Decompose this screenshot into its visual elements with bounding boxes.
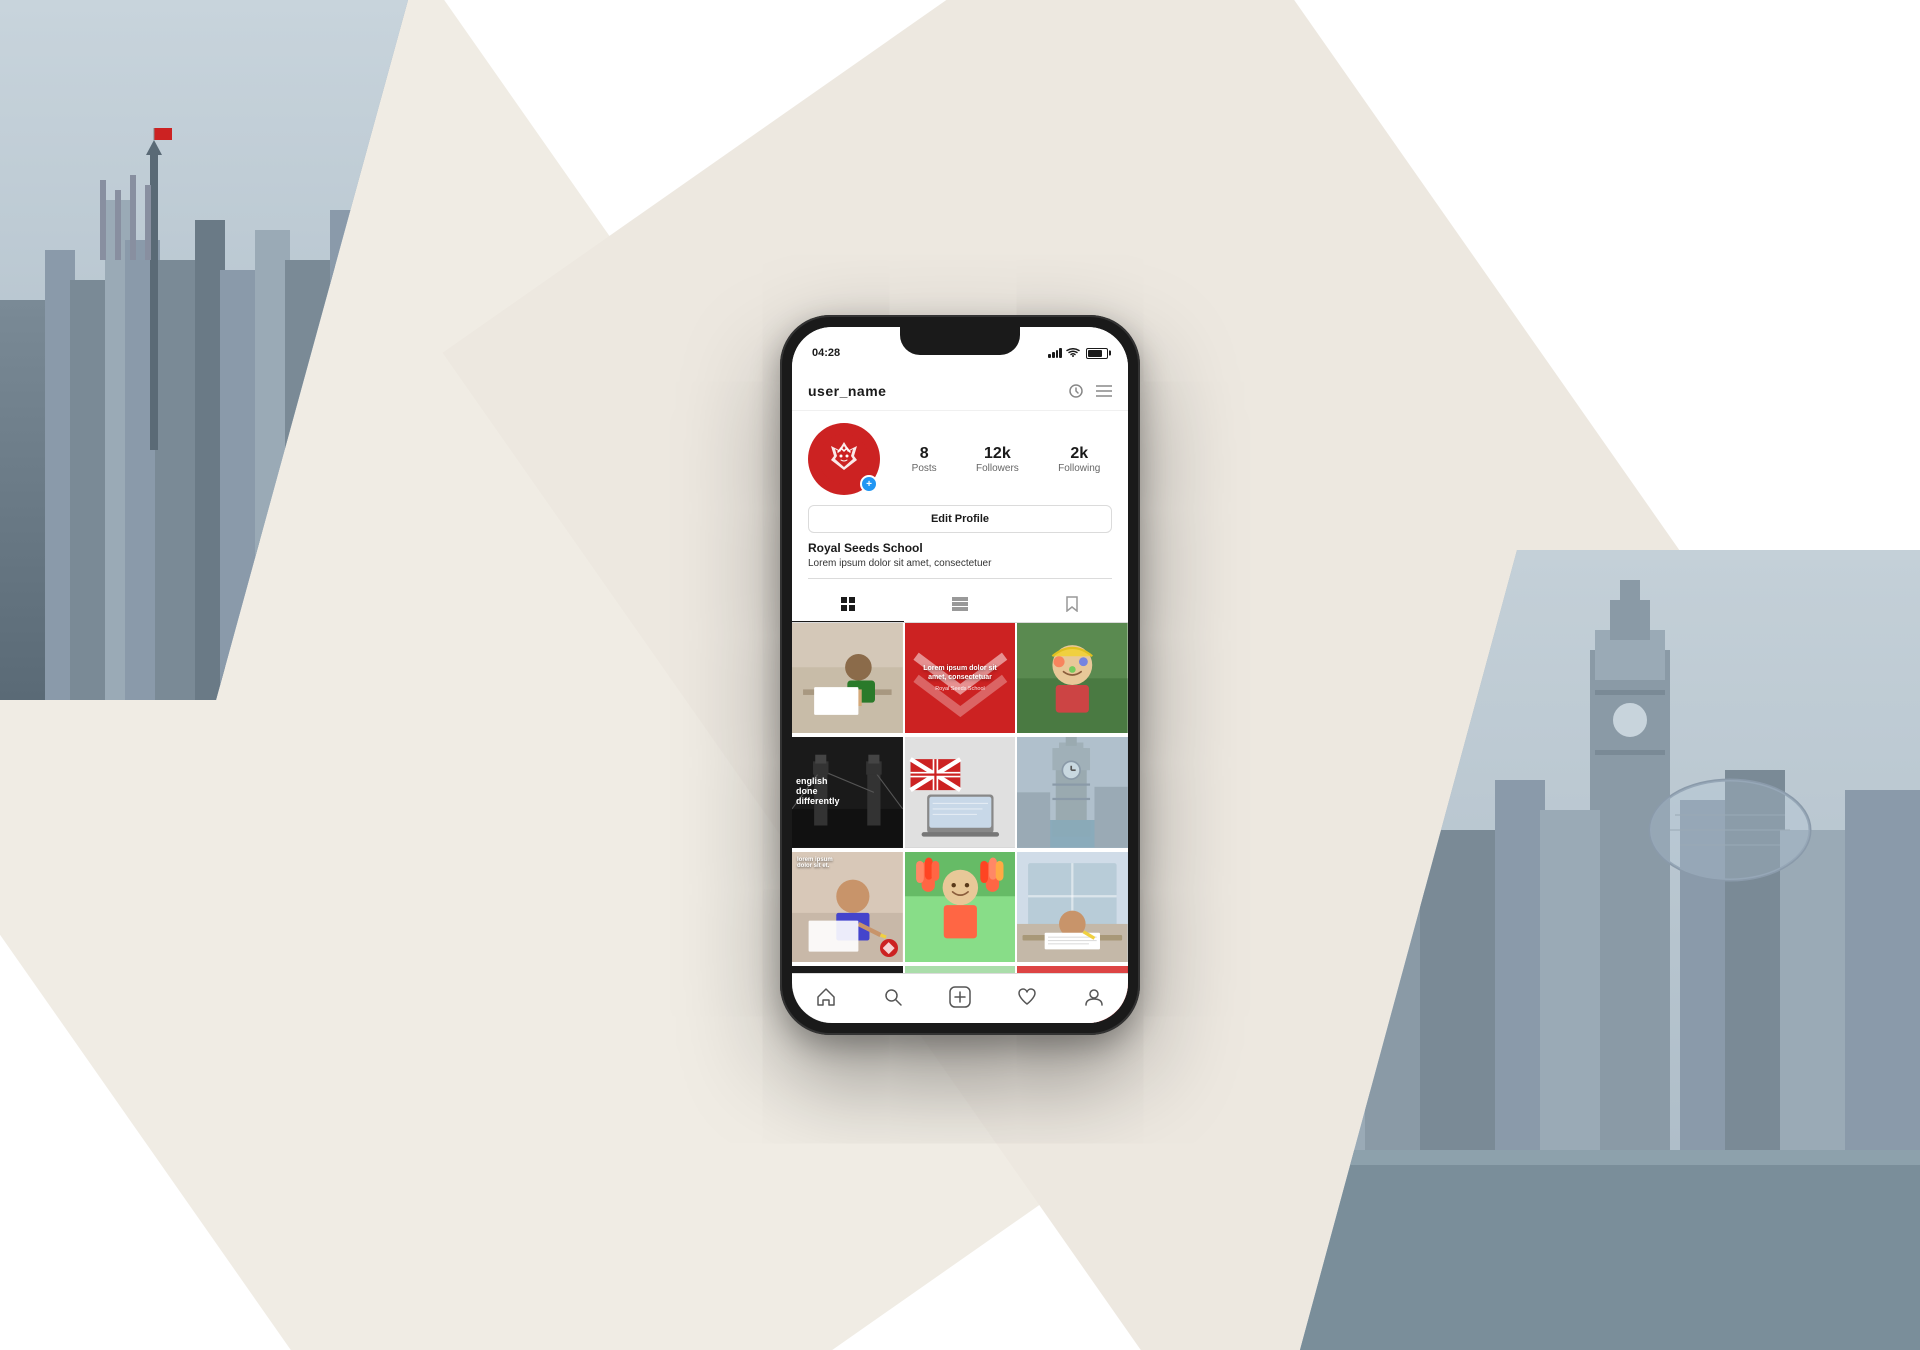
phone-screen: 04:28 <box>792 327 1128 1023</box>
grid-item-6[interactable] <box>1017 737 1128 848</box>
followers-label: Followers <box>976 463 1019 474</box>
avatar-container: + <box>808 423 880 495</box>
grid-item-8[interactable] <box>905 852 1016 963</box>
menu-icon[interactable] <box>1096 383 1112 399</box>
posts-label: Posts <box>912 463 937 474</box>
tab-bar <box>792 587 1128 623</box>
profile-top: + 8 Posts 12k Followers 2k <box>808 423 1112 495</box>
grid-item-1[interactable] <box>792 623 903 734</box>
tab-list[interactable] <box>904 587 1016 622</box>
header-icons <box>1068 383 1112 399</box>
nav-add[interactable] <box>948 985 972 1009</box>
logo-svg <box>819 434 869 484</box>
grid-7-badge <box>880 939 898 957</box>
battery-icon <box>1086 348 1108 359</box>
profile-divider <box>808 578 1112 579</box>
grid-item-2[interactable]: Lorem ipsum dolor sitamet, consectetuar … <box>905 623 1016 734</box>
app-header: user_name <box>792 371 1128 411</box>
grid-item-3[interactable] <box>1017 623 1128 734</box>
signal-icon <box>1048 348 1062 358</box>
grid-icon <box>840 596 856 612</box>
avatar-add-button[interactable]: + <box>860 475 878 493</box>
nav-heart[interactable] <box>1015 985 1039 1009</box>
following-stat: 2k Following <box>1058 444 1100 474</box>
profile-section: + 8 Posts 12k Followers 2k <box>792 411 1128 587</box>
grid-2-text: Lorem ipsum dolor sitamet, consectetuar <box>923 664 997 682</box>
tab-grid[interactable] <box>792 587 904 622</box>
phone-body: 04:28 <box>780 315 1140 1035</box>
nav-profile[interactable] <box>1082 985 1106 1009</box>
following-count: 2k <box>1070 444 1088 463</box>
phone-notch <box>900 327 1020 355</box>
list-icon <box>952 597 968 611</box>
followers-count: 12k <box>984 444 1011 463</box>
grid-item-7[interactable]: lorem ipsumdolor sit et. <box>792 852 903 963</box>
posts-count: 8 <box>920 444 929 463</box>
refresh-icon[interactable] <box>1068 383 1084 399</box>
status-icons <box>1048 348 1108 359</box>
profile-name: Royal Seeds School <box>808 541 1112 555</box>
status-time: 04:28 <box>812 347 840 359</box>
followers-stat: 12k Followers <box>976 444 1019 474</box>
grid-item-4[interactable]: englishdonedifferently <box>792 737 903 848</box>
profile-stats: 8 Posts 12k Followers 2k Following <box>900 444 1112 474</box>
bookmark-icon <box>1064 596 1080 612</box>
nav-search[interactable] <box>881 985 905 1009</box>
posts-stat: 8 Posts <box>912 444 937 474</box>
grid-item-9[interactable] <box>1017 852 1128 963</box>
username-label: user_name <box>808 383 886 399</box>
photo-grid: Lorem ipsum dolor sitamet, consectetuar … <box>792 623 1128 1024</box>
wifi-icon <box>1066 348 1080 358</box>
phone-container: 04:28 <box>780 315 1140 1035</box>
tab-tagged[interactable] <box>1016 587 1128 622</box>
nav-home[interactable] <box>814 985 838 1009</box>
grid-item-5[interactable] <box>905 737 1016 848</box>
edit-profile-button[interactable]: Edit Profile <box>808 505 1112 533</box>
grid-2-brand: Royal Seeds School <box>923 686 997 692</box>
grid-7-text: lorem ipsumdolor sit et. <box>797 857 833 869</box>
profile-bio: Lorem ipsum dolor sit amet, consectetuer <box>808 557 1112 570</box>
following-label: Following <box>1058 463 1100 474</box>
bottom-nav <box>792 973 1128 1023</box>
english-text: englishdonedifferently <box>796 777 840 807</box>
